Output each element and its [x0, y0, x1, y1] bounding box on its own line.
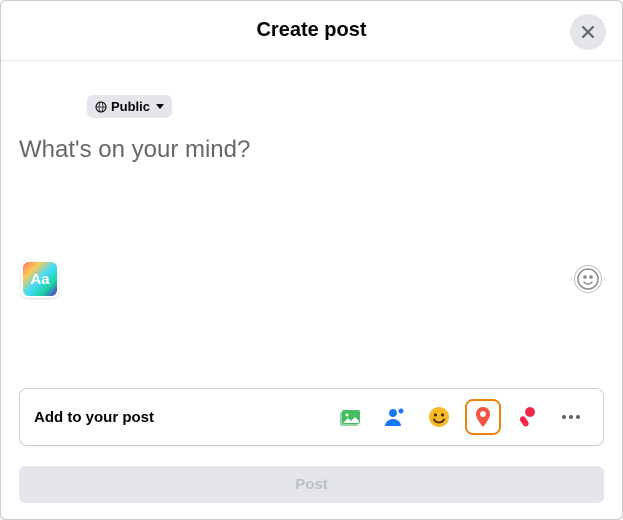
aa-icon: Aa — [30, 271, 49, 288]
smiley-outline-icon — [576, 267, 600, 291]
close-button[interactable] — [570, 14, 606, 50]
composer-area: Aa — [1, 126, 622, 376]
microphone-icon — [515, 405, 539, 429]
audience-selector[interactable]: Public — [87, 95, 172, 118]
modal-title: Create post — [256, 19, 366, 42]
post-textarea[interactable] — [19, 136, 604, 256]
photo-icon — [339, 405, 363, 429]
modal-header: Create post — [1, 1, 622, 61]
feeling-activity-button[interactable] — [421, 399, 457, 435]
location-pin-icon — [471, 405, 495, 429]
audience-row: Public — [1, 61, 622, 126]
smiley-icon — [427, 405, 451, 429]
background-picker-button[interactable]: Aa — [21, 260, 59, 298]
add-to-post-bar: Add to your post — [19, 388, 604, 446]
emoji-picker-button[interactable] — [574, 265, 602, 293]
tag-person-icon — [383, 405, 407, 429]
more-icon — [562, 415, 580, 419]
create-post-modal: Create post Public Aa — [0, 0, 623, 520]
composer-footer: Aa — [19, 256, 604, 302]
globe-icon — [95, 101, 107, 113]
check-in-button[interactable] — [465, 399, 501, 435]
reel-button[interactable] — [509, 399, 545, 435]
post-button[interactable]: Post — [19, 466, 604, 503]
more-options-button[interactable] — [553, 399, 589, 435]
add-to-post-label: Add to your post — [34, 409, 154, 426]
photo-video-button[interactable] — [333, 399, 369, 435]
tag-people-button[interactable] — [377, 399, 413, 435]
post-button-label: Post — [295, 476, 328, 493]
audience-label: Public — [111, 99, 150, 114]
attachment-icons — [333, 399, 589, 435]
close-icon — [578, 22, 598, 42]
caret-down-icon — [156, 104, 164, 109]
